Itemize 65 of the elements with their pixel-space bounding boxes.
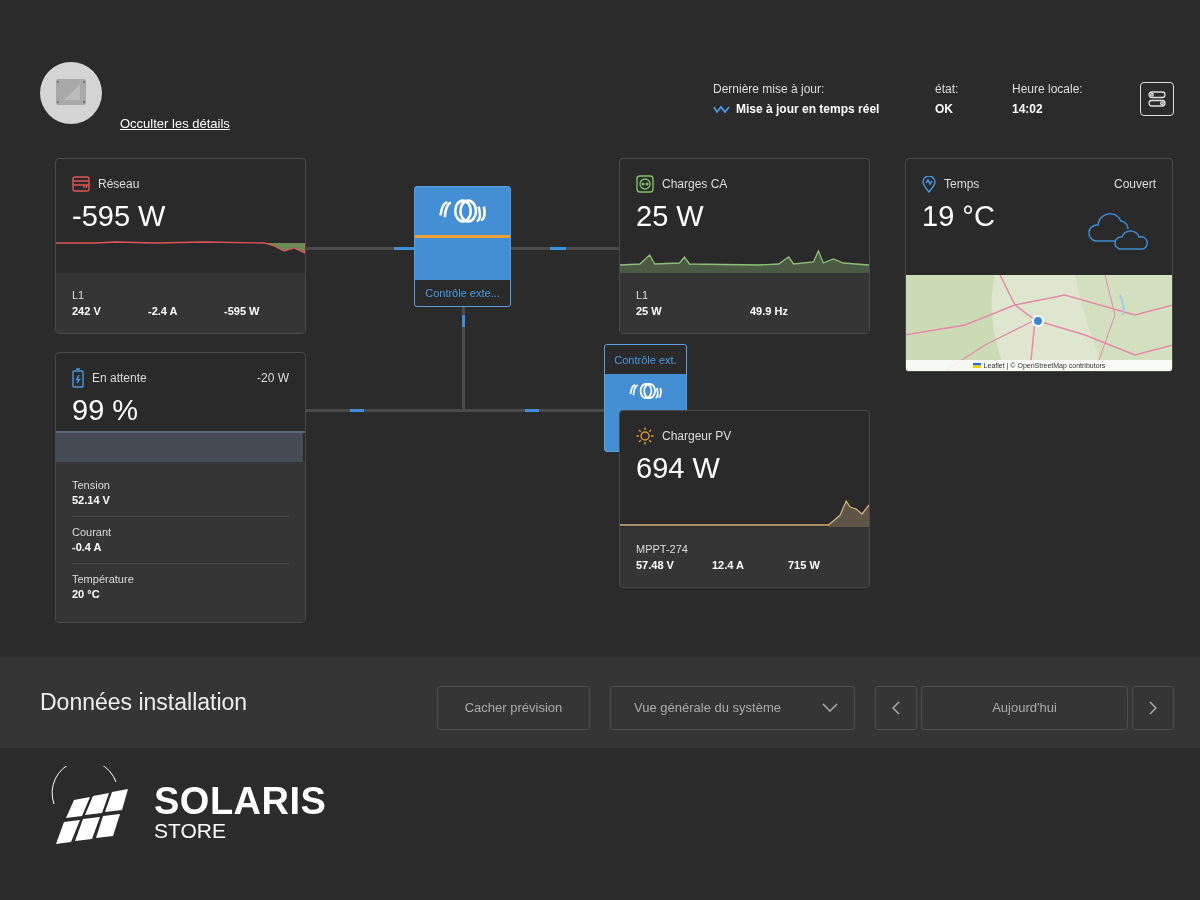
status-label: Dernière mise à jour: <box>713 82 826 96</box>
weather-condition: Couvert <box>1113 177 1156 191</box>
reading-value: -595 W <box>224 304 261 319</box>
chevron-right-icon <box>1149 700 1157 715</box>
toggles-icon <box>1148 91 1166 107</box>
chevron-left-icon <box>892 700 900 715</box>
power-value: 25 W <box>636 199 704 233</box>
status-value: OK <box>935 102 953 116</box>
reading-value: 715 W <box>788 558 821 573</box>
power-value: 694 W <box>636 451 720 485</box>
location-pin-icon <box>922 175 936 193</box>
card-title: Chargeur PV <box>662 429 732 443</box>
detail-value: 20 °C <box>72 587 101 602</box>
flag-icon <box>972 363 981 368</box>
spiral-logo-icon <box>436 198 489 224</box>
view-select[interactable]: Vue générale du système <box>610 685 855 730</box>
card-title: Charges CA <box>662 177 728 191</box>
reading-value: 49.9 Hz <box>750 304 789 319</box>
previous-button[interactable] <box>875 685 917 730</box>
brand-subtitle: STORE <box>154 819 227 841</box>
socket-icon <box>636 175 654 193</box>
detail-label: Courant <box>72 525 113 540</box>
reading-value: 242 V <box>72 304 102 319</box>
flow-indicator <box>462 315 465 327</box>
charge-value: 99 % <box>72 393 139 427</box>
date-button[interactable]: Aujourd'hui <box>921 685 1128 730</box>
detail-label: Tension <box>72 478 111 493</box>
power-value: -595 W <box>72 199 166 233</box>
section-title: Données installation <box>40 689 248 716</box>
card-title: Réseau <box>98 177 140 191</box>
detail-label: Température <box>72 572 135 587</box>
brand-name: SOLARIS <box>154 781 327 820</box>
wave-icon <box>713 104 730 114</box>
reading-value: 25 W <box>636 304 663 319</box>
battery-icon <box>72 368 84 388</box>
reading-value: 12.4 A <box>712 558 745 573</box>
status-label: Heure locale: <box>1012 82 1084 96</box>
hide-details-link[interactable]: Occulter les détails <box>120 116 230 132</box>
node-label: Contrôle ext. <box>605 345 686 374</box>
phase-label: MPPT-274 <box>636 542 689 557</box>
reading-value: -2.4 A <box>148 304 179 319</box>
detail-value: -0.4 A <box>72 540 103 555</box>
node-label: Contrôle exte... <box>415 280 510 306</box>
card-title: En attente <box>92 371 147 385</box>
status-label: état: <box>935 82 960 96</box>
meter-icon <box>72 176 90 192</box>
next-button[interactable] <box>1132 685 1174 730</box>
phase-label: L1 <box>636 288 650 303</box>
flow-indicator <box>350 409 364 412</box>
spiral-logo-icon <box>627 382 664 400</box>
status-value: 14:02 <box>1012 102 1043 116</box>
flow-indicator <box>525 409 539 412</box>
detail-value: 52.14 V <box>72 493 111 508</box>
sun-icon <box>636 427 654 445</box>
chevron-down-icon <box>822 703 838 712</box>
hide-forecast-button[interactable]: Cacher prévision <box>437 685 590 730</box>
settings-button[interactable] <box>1140 82 1174 116</box>
reading-value: 57.48 V <box>636 558 675 573</box>
battery-power: -20 W <box>257 371 289 385</box>
status-value: Mise à jour en temps réel <box>736 102 880 116</box>
phase-label: L1 <box>72 288 86 303</box>
card-title: Temps <box>944 177 980 191</box>
flow-indicator <box>550 247 566 250</box>
device-icon <box>40 62 102 124</box>
temperature-value: 19 °C <box>922 199 995 233</box>
